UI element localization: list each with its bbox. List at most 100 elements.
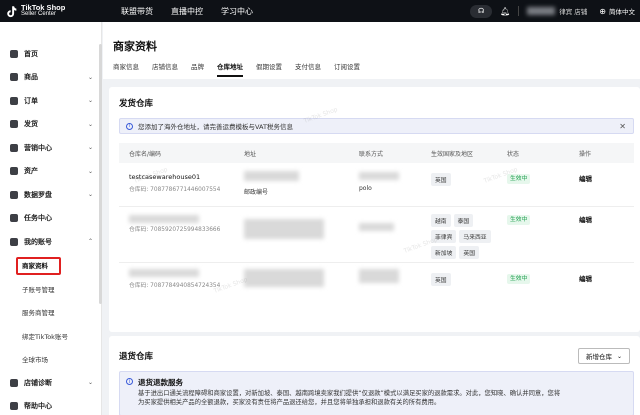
region-tag: 越南: [431, 214, 451, 227]
contact-blurred: [359, 269, 399, 283]
warehouse-address: 邮政编号: [244, 189, 269, 196]
globe-icon: ⊕: [599, 6, 606, 16]
tiktok-logo-icon: [5, 5, 18, 18]
bell-icon[interactable]: 🔔︎: [500, 7, 510, 16]
shop-name[interactable]: 律宾 店铺: [559, 6, 587, 16]
address-blurred: [244, 269, 324, 287]
banner-text: 您添加了海外仓地址，请完善运费模板与VAT税务信息: [138, 123, 293, 131]
notice-title: 退货退款服务: [138, 378, 183, 387]
sidebar-item-my-account[interactable]: 我的账号 ⌃: [0, 230, 101, 254]
home-icon: [10, 49, 18, 58]
sidebar-item-label: 订单: [24, 96, 38, 105]
tab-merchant-info[interactable]: 商家信息: [113, 61, 139, 77]
diagnosis-icon: [10, 378, 18, 387]
language-selector[interactable]: 简体中文: [609, 6, 635, 16]
chevron-up-icon: ⌃: [87, 238, 93, 246]
sidebar-subitem-label: 子账号管理: [22, 285, 55, 294]
table-header: 仓库名/编码 地址 联系方式 生效国家及地区 状态 操作: [119, 143, 634, 163]
chevron-down-icon: ⌄: [87, 97, 93, 105]
tab-warehouse-address[interactable]: 仓库地址: [217, 61, 243, 77]
warehouse-name: testcasewarehouse01: [129, 173, 201, 181]
tab-bar: 商家信息 店铺信息 品牌 仓库地址 假期设置 支付信息 订阅设置: [113, 61, 373, 77]
status-badge: 生效中: [507, 274, 531, 284]
status-badge: 生效中: [507, 215, 531, 225]
sidebar-item-marketing[interactable]: 营销中心 ⌄: [0, 136, 101, 160]
return-warehouse-card: 退货仓库 新增仓库 ⌄ i 退货退款服务 基于进出口通关流程障碍和商家设置，对新…: [109, 336, 640, 415]
asset-icon: [10, 167, 18, 176]
region-tag: 新加坡: [431, 246, 457, 259]
page-header: 商家资料 商家信息 店铺信息 品牌 仓库地址 假期设置 支付信息 订阅设置: [103, 22, 640, 79]
tab-brand[interactable]: 品牌: [191, 61, 204, 77]
sidebar-subitem-global-market[interactable]: 全球市场: [0, 348, 101, 372]
contact-blurred: [359, 223, 394, 231]
table-row: testcasewarehouse01 仓库码: 708778677144600…: [119, 163, 634, 207]
sidebar-item-assets[interactable]: 资产 ⌄: [0, 160, 101, 184]
chevron-down-icon: ⌄: [87, 120, 93, 128]
tab-holiday-settings[interactable]: 假期设置: [256, 61, 282, 77]
overseas-warehouse-banner: i 您添加了海外仓地址，请完善运费模板与VAT税务信息 ✕: [119, 118, 634, 134]
product-icon: [10, 73, 18, 82]
tab-subscription-settings[interactable]: 订阅设置: [334, 61, 360, 77]
notice-line: 为买家提供相关产品的全额退款，买家没有责任将产品退还给您，并且您将单独承担和退款…: [138, 399, 441, 406]
chevron-down-icon: ⌄: [87, 73, 93, 81]
table-row: 仓库码: 7085920725994833666 越南 泰国 菲律宾 马来西亚 …: [119, 207, 634, 263]
help-icon: [10, 402, 18, 411]
sidebar-item-label: 首页: [24, 49, 38, 58]
region-tag: 英国: [459, 246, 480, 259]
edit-link[interactable]: 编辑: [579, 273, 592, 283]
sidebar-item-shipping[interactable]: 发货 ⌄: [0, 113, 101, 137]
sidebar-scrollbar[interactable]: [99, 44, 102, 304]
edit-link[interactable]: 编辑: [579, 214, 592, 224]
nav-affiliate[interactable]: 联盟带货: [121, 6, 153, 17]
notice-body: 基于进出口通关流程障碍和商家设置，对新加坡、泰国、越南跨境卖家我们提供“仅退款”…: [138, 389, 628, 407]
sidebar-subitem-label: 全球市场: [22, 356, 48, 365]
marketing-icon: [10, 143, 18, 152]
address-blurred: [244, 171, 299, 181]
address-blurred: [244, 219, 324, 239]
column-header: 生效国家及地区: [431, 150, 474, 158]
sidebar: 首页 商品 ⌄ 订单 ⌄ 发货 ⌄ 营销中心 ⌄ 资产 ⌄ 数据罗盘 ⌄ 任务中心 我的账号…: [0, 22, 102, 415]
warehouse-code: 仓库码: 7087784940854724354: [129, 283, 221, 289]
main-content: 商家资料 商家信息 店铺信息 品牌 仓库地址 假期设置 支付信息 订阅设置 发货…: [103, 22, 640, 415]
chevron-down-icon: ⌄: [87, 144, 93, 152]
sidebar-item-data-compass[interactable]: 数据罗盘 ⌄: [0, 183, 101, 207]
support-button[interactable]: ☊: [470, 4, 493, 18]
sidebar-item-label: 帮助中心: [24, 402, 52, 411]
logo-title: TikTok Shop: [21, 3, 66, 12]
sidebar-subitem-sub-accounts[interactable]: 子账号管理: [0, 277, 101, 301]
region-tag: 马来西亚: [459, 230, 491, 243]
sidebar-subitem-bind-tiktok[interactable]: 绑定TikTok账号: [0, 324, 101, 348]
sidebar-item-label: 发货: [24, 120, 38, 129]
column-header: 联系方式: [359, 150, 384, 158]
task-icon: [10, 214, 18, 223]
sidebar-item-label: 营销中心: [24, 143, 52, 152]
sidebar-item-home[interactable]: 首页: [0, 42, 101, 66]
tab-shop-info[interactable]: 店铺信息: [152, 61, 178, 77]
sidebar-item-orders[interactable]: 订单 ⌄: [0, 89, 101, 113]
column-header: 操作: [579, 150, 592, 158]
nav-live-control[interactable]: 直播中控: [171, 6, 203, 17]
refund-notice: i 退货退款服务 基于进出口通关流程障碍和商家设置，对新加坡、泰国、越南跨境卖家…: [119, 371, 634, 415]
add-warehouse-button[interactable]: 新增仓库 ⌄: [577, 348, 630, 364]
edit-link[interactable]: 编辑: [579, 173, 592, 183]
section-title: 退货仓库: [119, 352, 154, 362]
region-tag: 英国: [431, 173, 451, 186]
add-warehouse-label: 新增仓库: [585, 353, 612, 361]
shipping-warehouse-card: 发货仓库 i 您添加了海外仓地址，请完善运费模板与VAT税务信息 ✕ 仓库名/编…: [109, 87, 640, 332]
sidebar-subitem-service-providers[interactable]: 服务商管理: [0, 301, 101, 325]
warehouse-code: 仓库码: 7085920725994833666: [129, 227, 221, 233]
sidebar-item-task-center[interactable]: 任务中心: [0, 207, 101, 231]
column-header: 状态: [507, 150, 520, 158]
sidebar-item-help-center[interactable]: 帮助中心: [0, 395, 101, 415]
sidebar-item-shop-diagnosis[interactable]: 店铺诊断 ⌄: [0, 371, 101, 395]
sidebar-subitem-label: 服务商管理: [22, 309, 55, 318]
tab-payment-info[interactable]: 支付信息: [295, 61, 321, 77]
section-title: 发货仓库: [119, 99, 154, 109]
order-icon: [10, 96, 18, 105]
sidebar-item-label: 资产: [24, 167, 38, 176]
close-icon[interactable]: ✕: [619, 122, 626, 131]
sidebar-item-products[interactable]: 商品 ⌄: [0, 66, 101, 90]
tiktok-shop-logo[interactable]: TikTok Shop Seller Center: [0, 4, 95, 18]
nav-learning-center[interactable]: 学习中心: [221, 6, 253, 17]
warehouse-contact: polo: [359, 185, 372, 192]
